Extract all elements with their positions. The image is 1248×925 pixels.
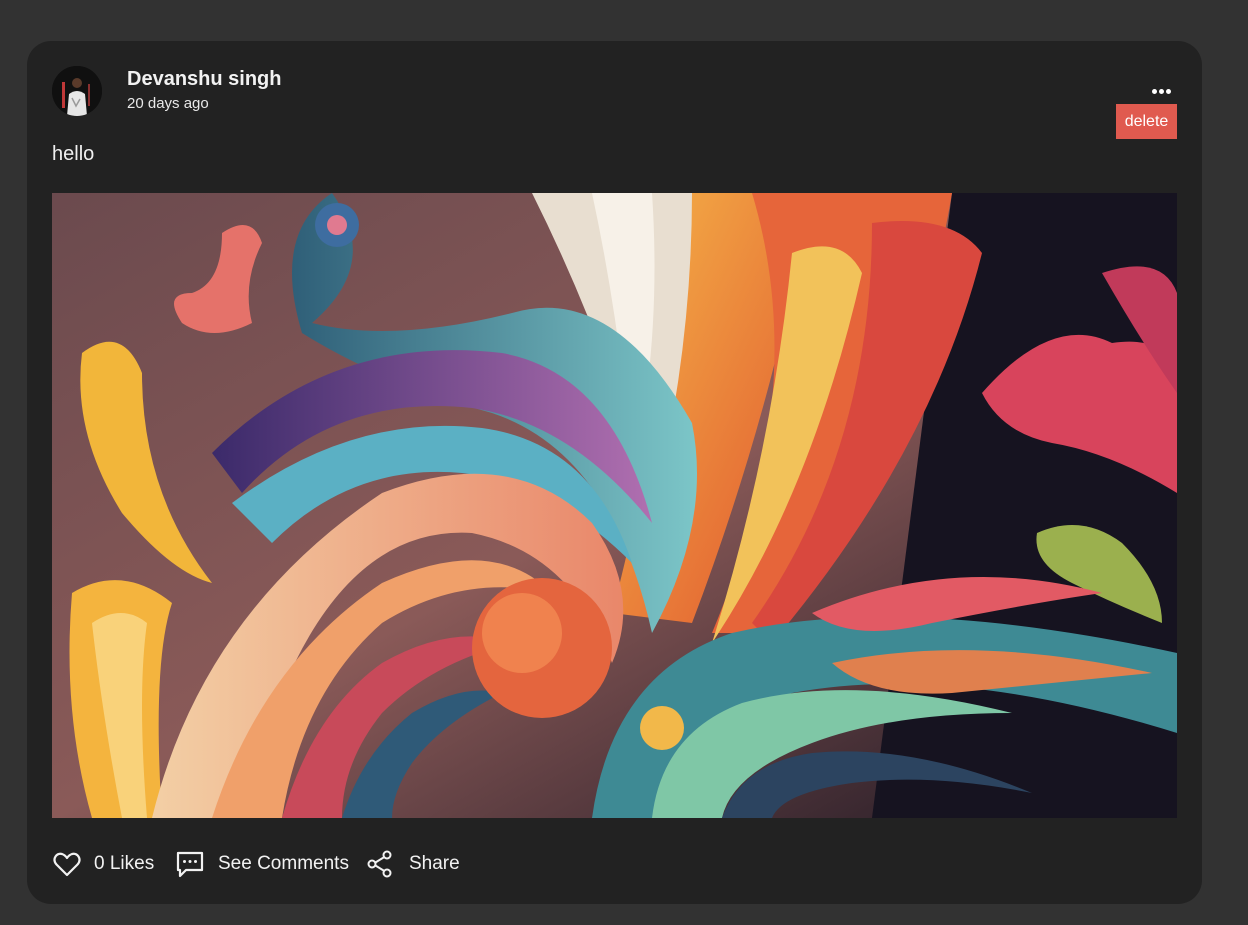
- abstract-swirl-artwork: [52, 193, 1177, 818]
- like-button[interactable]: 0 Likes: [52, 847, 154, 881]
- comment-icon: [175, 849, 205, 879]
- more-dot: [1159, 89, 1164, 94]
- see-comments-label: See Comments: [218, 853, 349, 874]
- avatar-image: [52, 66, 102, 116]
- more-dot: [1166, 89, 1171, 94]
- heart-icon: [52, 849, 82, 879]
- share-label: Share: [409, 853, 460, 874]
- post-timestamp: 20 days ago: [127, 95, 209, 112]
- author-avatar[interactable]: [52, 66, 102, 116]
- see-comments-button[interactable]: See Comments: [175, 847, 349, 881]
- likes-count: 0 Likes: [94, 853, 155, 874]
- post-card: Devanshu singh 20 days ago delete hello: [27, 41, 1202, 904]
- post-image[interactable]: [52, 193, 1177, 818]
- delete-button[interactable]: delete: [1116, 104, 1177, 139]
- author-name[interactable]: Devanshu singh: [127, 68, 281, 91]
- more-options-icon[interactable]: [1147, 81, 1177, 99]
- share-button[interactable]: Share: [365, 847, 460, 881]
- more-dot: [1152, 89, 1157, 94]
- post-text: hello: [52, 143, 95, 165]
- share-icon: [365, 849, 395, 879]
